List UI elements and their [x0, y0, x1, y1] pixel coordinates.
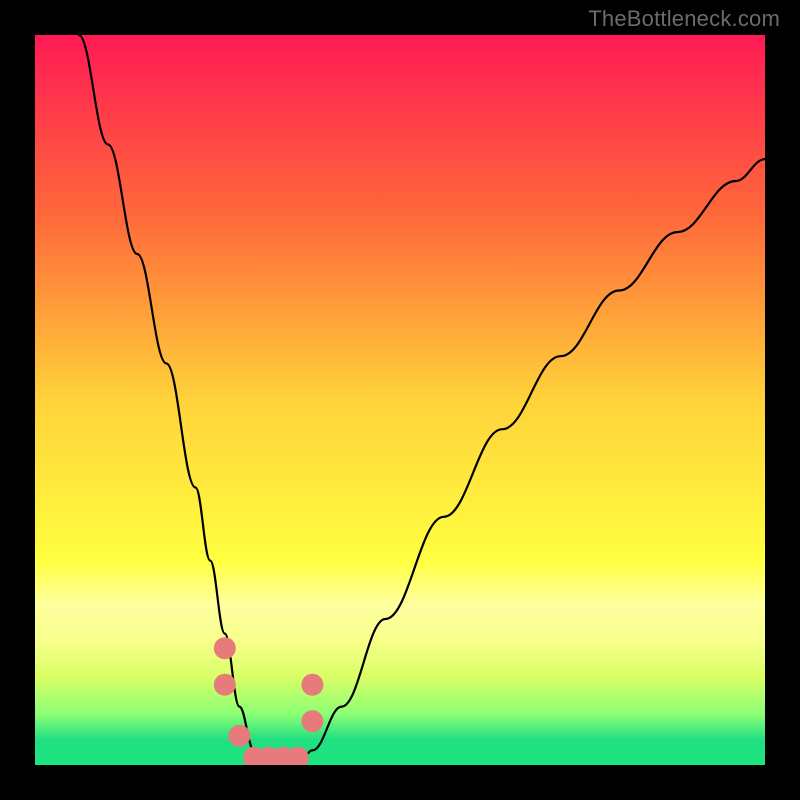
highlight-dot: [214, 674, 236, 696]
watermark-text: TheBottleneck.com: [588, 6, 780, 32]
highlight-dot: [301, 710, 323, 732]
plot-area: [35, 35, 765, 765]
chart-frame: TheBottleneck.com: [0, 0, 800, 800]
curve-layer: [35, 35, 765, 765]
highlight-dot: [214, 637, 236, 659]
highlight-dots: [214, 637, 324, 765]
highlight-dot: [228, 725, 250, 747]
bottleneck-curve: [79, 35, 765, 765]
highlight-dot: [301, 674, 323, 696]
